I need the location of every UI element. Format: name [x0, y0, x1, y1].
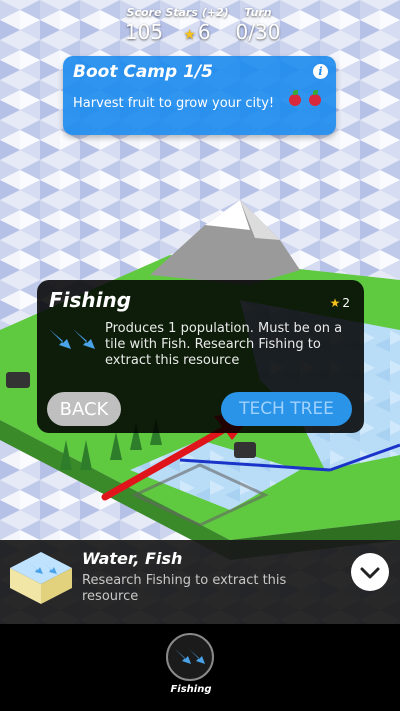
collapse-panel-button[interactable]	[351, 553, 389, 591]
back-button[interactable]: BACK	[47, 392, 121, 426]
popup-description: Produces 1 population. Must be on a tile…	[105, 321, 343, 368]
fruit-icon	[289, 90, 301, 106]
star-icon: ★	[183, 27, 196, 43]
fish-icon	[175, 649, 205, 664]
tile-description: Research Fishing to extract this resourc…	[82, 573, 287, 604]
fishing-action-label: Fishing	[170, 684, 212, 695]
tile-info-panel: Water, Fish Research Fishing to extract …	[0, 540, 400, 624]
chevron-down-icon	[360, 567, 380, 579]
bootcamp-description: Harvest fruit to grow your city!	[73, 96, 275, 111]
bootcamp-title: Boot Camp 1/5	[73, 62, 213, 82]
stars-label: Stars (+2)	[165, 6, 229, 19]
fishing-action-button[interactable]	[166, 633, 214, 681]
tech-cost-value: 2	[342, 296, 350, 310]
stars-display: Stars (+2) ★ 6	[165, 6, 229, 44]
tech-cost: ★ 2	[330, 296, 350, 310]
tile-title: Water, Fish	[82, 549, 183, 568]
tech-tree-button[interactable]: TECH TREE	[221, 392, 352, 426]
action-bar: Fishing	[0, 624, 400, 711]
fish-icon	[49, 329, 95, 349]
info-icon[interactable]: i	[313, 64, 328, 79]
turn-display: Turn 0/30	[230, 6, 286, 44]
turn-label: Turn	[244, 6, 272, 19]
popup-title: Fishing	[49, 288, 132, 312]
stars-value: 6	[197, 20, 211, 44]
top-hud: Score 105 Stars (+2) ★ 6 Turn 0/30	[0, 6, 400, 50]
fruit-icon	[309, 90, 321, 106]
bootcamp-banner[interactable]: Boot Camp 1/5 i Harvest fruit to grow yo…	[63, 56, 336, 135]
water-fish-tile-icon	[10, 552, 72, 604]
star-icon: ★	[329, 296, 341, 310]
tech-popup: Fishing ★ 2 Produces 1 population. Must b…	[37, 280, 364, 433]
turn-value: 0/30	[235, 20, 281, 44]
